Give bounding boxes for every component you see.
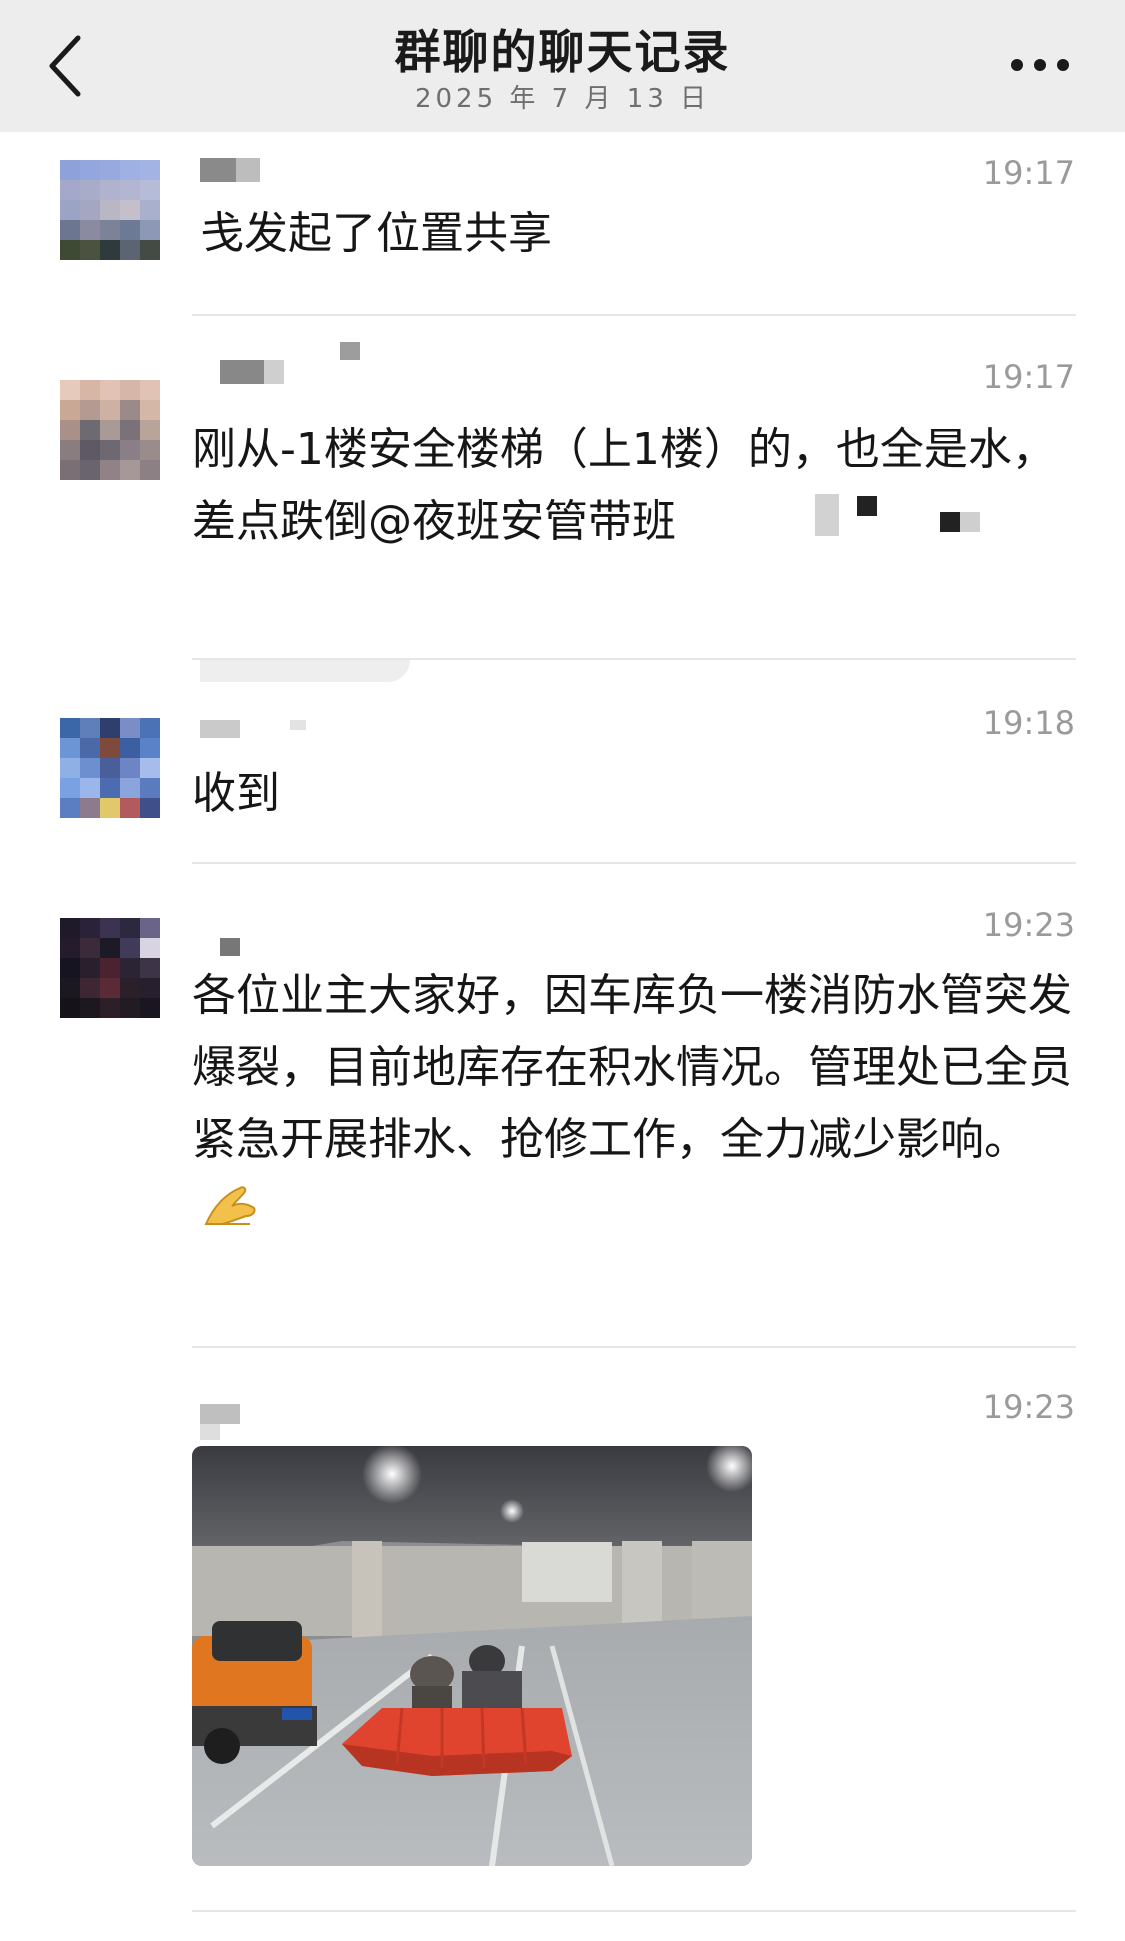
message-time: 19:17	[982, 358, 1075, 396]
message-time: 19:18	[982, 704, 1075, 742]
message-time: 19:23	[982, 906, 1075, 944]
pray-hands-icon	[200, 1180, 258, 1252]
avatar[interactable]	[60, 718, 160, 818]
sender-name	[200, 158, 260, 182]
parking-garage-flood-barrier-photo[interactable]	[192, 1446, 752, 1866]
avatar[interactable]	[60, 160, 160, 260]
sender-name	[200, 720, 320, 744]
chat-history-header: 群聊的聊天记录 2025 年 7 月 13 日	[0, 0, 1125, 132]
message-time: 19:23	[982, 1388, 1075, 1426]
chat-date: 2025 年 7 月 13 日	[414, 84, 711, 114]
divider	[192, 1910, 1076, 1912]
message-text: 戋发起了位置共享	[200, 208, 552, 259]
sender-name	[200, 342, 360, 384]
page-title: 群聊的聊天记录	[394, 25, 731, 79]
message-time: 19:17	[982, 154, 1075, 192]
sender-name	[200, 1404, 250, 1440]
avatar[interactable]	[60, 918, 160, 1018]
message-item[interactable]: 19:17 戋发起了位置共享	[0, 132, 1125, 316]
sender-name	[200, 938, 240, 962]
message-text: 刚从-1楼安全楼梯（上1楼）的，也全是水，差点跌倒@夜班安管带班	[192, 424, 1056, 547]
message-body: 各位业主大家好，因车库负一楼消防水管突发爆裂，目前地库存在积水情况。管理处已全员…	[192, 970, 1072, 1165]
message-text: 各位业主大家好，因车库负一楼消防水管突发爆裂，目前地库存在积水情况。管理处已全员…	[192, 960, 1072, 1252]
more-icon	[1011, 59, 1023, 71]
more-button[interactable]	[1005, 50, 1075, 80]
message-item[interactable]: 19:23 各位业主大家好，因车库负一楼消防水管突发爆裂，目前地库存在积水情况。…	[0, 864, 1125, 1348]
message-item[interactable]: 19:17 刚从-1楼安全楼梯（上1楼）的，也全是水，差点跌倒@夜班安管带班	[0, 316, 1125, 682]
message-item[interactable]: 19:18 收到	[0, 660, 1125, 864]
avatar[interactable]	[60, 380, 160, 480]
message-text: 收到	[192, 768, 280, 819]
mention-blur	[815, 494, 1015, 536]
